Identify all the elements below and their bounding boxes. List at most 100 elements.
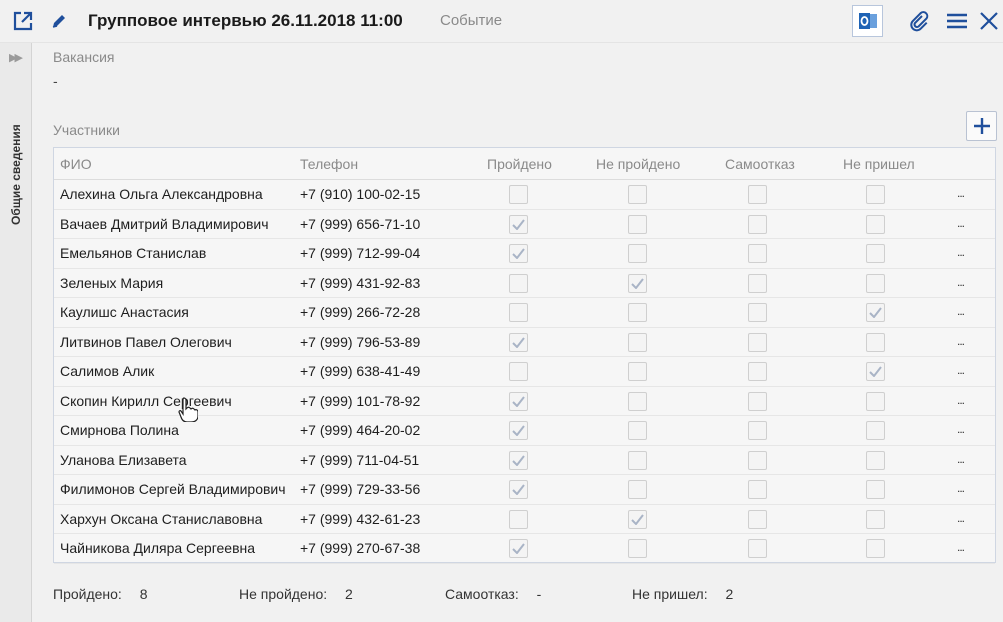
- checkbox-refused[interactable]: [748, 509, 767, 529]
- table-row[interactable]: Каулишс Анастасия +7 (999) 266-72-28...: [54, 298, 995, 328]
- row-more-button[interactable]: ...: [957, 481, 965, 495]
- checkbox-no-show[interactable]: [866, 214, 885, 234]
- row-more-button[interactable]: ...: [957, 216, 965, 230]
- checkbox-refused[interactable]: [748, 480, 767, 499]
- row-more-button[interactable]: ...: [957, 393, 965, 407]
- checkbox-failed[interactable]: [628, 273, 647, 293]
- column-header-failed[interactable]: Не пройдено: [596, 156, 680, 172]
- close-icon[interactable]: [976, 8, 1002, 34]
- checkbox-no-show[interactable]: [866, 303, 885, 322]
- participant-phone: +7 (999) 431-92-83: [300, 274, 421, 291]
- checkbox-refused[interactable]: [748, 244, 767, 263]
- tab-general-info[interactable]: Общие сведения: [2, 113, 30, 233]
- checkbox-passed[interactable]: [509, 303, 528, 322]
- table-row[interactable]: Емельянов Станислав +7 (999) 712-99-04...: [54, 239, 995, 269]
- column-header-refused[interactable]: Самоотказ: [725, 156, 795, 172]
- column-header-name[interactable]: ФИО: [60, 156, 92, 172]
- vacancy-label: Вакансия: [53, 49, 115, 65]
- checkbox-failed[interactable]: [628, 539, 647, 558]
- row-more-button[interactable]: ...: [957, 422, 965, 436]
- checkbox-failed[interactable]: [628, 303, 647, 322]
- outlook-button[interactable]: [852, 5, 883, 37]
- checkbox-no-show[interactable]: [866, 509, 885, 529]
- table-row[interactable]: Литвинов Павел Олегович +7 (999) 796-53-8…: [54, 328, 995, 357]
- checkbox-failed[interactable]: [628, 185, 647, 204]
- checkbox-no-show[interactable]: [866, 244, 885, 263]
- checkbox-refused[interactable]: [748, 539, 767, 558]
- checkbox-failed[interactable]: [628, 214, 647, 234]
- checkbox-passed[interactable]: [509, 391, 528, 411]
- row-more-button[interactable]: ...: [957, 334, 965, 348]
- table-row[interactable]: Уланова Елизавета +7 (999) 711-04-51...: [54, 446, 995, 475]
- checkbox-refused[interactable]: [748, 303, 767, 322]
- checkbox-failed[interactable]: [628, 509, 647, 529]
- checkbox-passed[interactable]: [509, 362, 528, 381]
- checkbox-failed[interactable]: [628, 450, 647, 470]
- table-row[interactable]: Алехина Ольга Александровна +7 (910) 100-…: [54, 180, 995, 210]
- column-header-phone[interactable]: Телефон: [300, 156, 358, 172]
- checkbox-refused[interactable]: [748, 421, 767, 440]
- checkbox-refused[interactable]: [748, 214, 767, 234]
- checkbox-no-show[interactable]: [866, 332, 885, 352]
- checkbox-refused[interactable]: [748, 332, 767, 352]
- paperclip-icon[interactable]: [906, 8, 932, 34]
- table-row[interactable]: Хархун Оксана Станиславовна +7 (999) 432-…: [54, 505, 995, 534]
- checkbox-passed[interactable]: [509, 214, 528, 234]
- expand-arrows-icon[interactable]: ▶▶: [9, 51, 23, 64]
- open-in-new-icon[interactable]: [10, 8, 36, 34]
- row-more-button[interactable]: ...: [957, 452, 965, 466]
- checkbox-no-show[interactable]: [866, 362, 885, 381]
- checkbox-no-show[interactable]: [866, 273, 885, 293]
- checkbox-passed[interactable]: [509, 509, 528, 529]
- checkmark-icon: [869, 366, 882, 377]
- row-more-button[interactable]: ...: [957, 363, 965, 377]
- checkbox-failed[interactable]: [628, 421, 647, 440]
- checkbox-failed[interactable]: [628, 480, 647, 499]
- participant-phone: +7 (999) 638-41-49: [300, 363, 421, 379]
- table-row[interactable]: Филимонов Сергей Владимирович +7 (999) 72…: [54, 475, 995, 505]
- column-header-no-show[interactable]: Не пришел: [843, 156, 915, 172]
- checkbox-passed[interactable]: [509, 185, 528, 204]
- checkbox-no-show[interactable]: [866, 185, 885, 204]
- checkbox-refused[interactable]: [748, 273, 767, 293]
- checkbox-failed[interactable]: [628, 332, 647, 352]
- row-more-button[interactable]: ...: [957, 245, 965, 259]
- checkbox-no-show[interactable]: [866, 421, 885, 440]
- checkbox-failed[interactable]: [628, 362, 647, 381]
- participant-phone: +7 (910) 100-02-15: [300, 186, 421, 202]
- outlook-icon: [858, 13, 877, 29]
- row-more-button[interactable]: ...: [957, 186, 965, 200]
- checkmark-icon: [512, 395, 525, 407]
- checkbox-failed[interactable]: [628, 391, 647, 411]
- column-header-passed[interactable]: Пройдено: [487, 156, 552, 172]
- checkbox-no-show[interactable]: [866, 391, 885, 411]
- checkbox-passed[interactable]: [509, 480, 528, 499]
- checkbox-refused[interactable]: [748, 185, 767, 204]
- table-row[interactable]: Вачаев Дмитрий Владимирович +7 (999) 656-…: [54, 210, 995, 239]
- checkbox-passed[interactable]: [509, 273, 528, 293]
- row-more-button[interactable]: ...: [957, 275, 965, 289]
- checkbox-passed[interactable]: [509, 421, 528, 440]
- checkbox-refused[interactable]: [748, 362, 767, 381]
- page-subtitle: Событие: [440, 12, 503, 29]
- checkbox-no-show[interactable]: [866, 539, 885, 558]
- row-more-button[interactable]: ...: [957, 540, 965, 554]
- checkbox-passed[interactable]: [509, 450, 528, 470]
- table-row[interactable]: Чайникова Диляра Сергеевна +7 (999) 270-6…: [54, 534, 995, 564]
- edit-pencil-icon[interactable]: [46, 8, 72, 34]
- menu-icon[interactable]: [944, 8, 970, 34]
- checkbox-passed[interactable]: [509, 244, 528, 263]
- checkbox-refused[interactable]: [748, 391, 767, 411]
- checkbox-failed[interactable]: [628, 244, 647, 263]
- summary-failed-label: Не пройдено:: [239, 586, 328, 602]
- checkbox-no-show[interactable]: [866, 480, 885, 499]
- row-more-button[interactable]: ...: [957, 304, 965, 318]
- checkbox-refused[interactable]: [748, 450, 767, 470]
- add-participant-button[interactable]: [966, 111, 997, 141]
- checkbox-no-show[interactable]: [866, 450, 885, 470]
- table-row[interactable]: Салимов Алик +7 (999) 638-41-49...: [54, 357, 995, 387]
- row-more-button[interactable]: ...: [957, 511, 965, 525]
- checkbox-passed[interactable]: [509, 539, 528, 558]
- checkbox-passed[interactable]: [509, 332, 528, 352]
- table-row[interactable]: Зеленых Мария +7 (999) 431-92-83...: [54, 269, 995, 298]
